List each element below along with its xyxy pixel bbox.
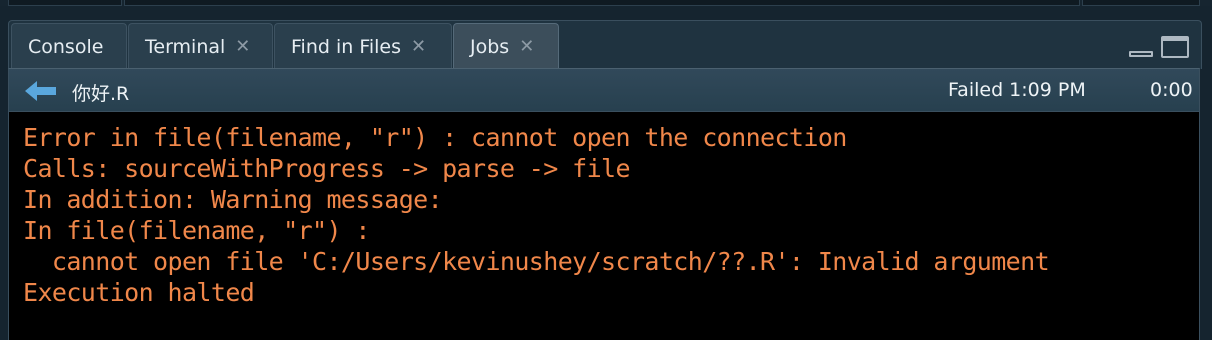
- window-controls: [1129, 36, 1189, 58]
- output-line: In file(filename, "r") :: [23, 216, 370, 245]
- tab-jobs[interactable]: Jobs ✕: [453, 23, 559, 69]
- top-pane-segment: [8, 0, 122, 6]
- tab-label: Terminal: [145, 35, 226, 58]
- tab-console[interactable]: Console: [11, 23, 127, 69]
- tab-label: Jobs: [470, 35, 510, 58]
- maximize-icon[interactable]: [1161, 36, 1189, 58]
- output-line: cannot open file 'C:/Users/kevinushey/sc…: [23, 247, 1050, 276]
- arrow-left-icon[interactable]: [25, 81, 57, 101]
- job-name: 你好.R: [72, 83, 130, 105]
- tab-terminal[interactable]: Terminal ✕: [128, 23, 273, 69]
- tab-label: Console: [28, 35, 104, 58]
- job-status: Failed 1:09 PM: [948, 79, 1086, 101]
- top-pane-segment: [1082, 0, 1200, 6]
- output-line: Calls: sourceWithProgress -> parse -> fi…: [23, 154, 631, 183]
- output-line: Execution halted: [23, 278, 255, 307]
- close-icon[interactable]: ✕: [411, 37, 426, 56]
- output-line: In addition: Warning message:: [23, 185, 443, 214]
- tab-bar: Console Terminal ✕ Find in Files ✕ Jobs …: [8, 20, 1202, 69]
- tab-label: Find in Files: [291, 35, 402, 58]
- close-icon[interactable]: ✕: [235, 37, 250, 56]
- top-pane-strip: [0, 0, 1212, 6]
- top-pane-segment: [124, 0, 1080, 6]
- minimize-icon[interactable]: [1129, 51, 1153, 57]
- jobs-pane: Console Terminal ✕ Find in Files ✕ Jobs …: [8, 20, 1202, 340]
- close-icon[interactable]: ✕: [519, 37, 534, 56]
- job-output: Error in file(filename, "r") : cannot op…: [8, 112, 1200, 340]
- job-elapsed-time: 0:00: [1150, 79, 1193, 101]
- job-toolbar: 你好.R Failed 1:09 PM 0:00: [8, 68, 1200, 112]
- tab-find-in-files[interactable]: Find in Files ✕: [274, 23, 452, 69]
- output-line: Error in file(filename, "r") : cannot op…: [23, 123, 847, 152]
